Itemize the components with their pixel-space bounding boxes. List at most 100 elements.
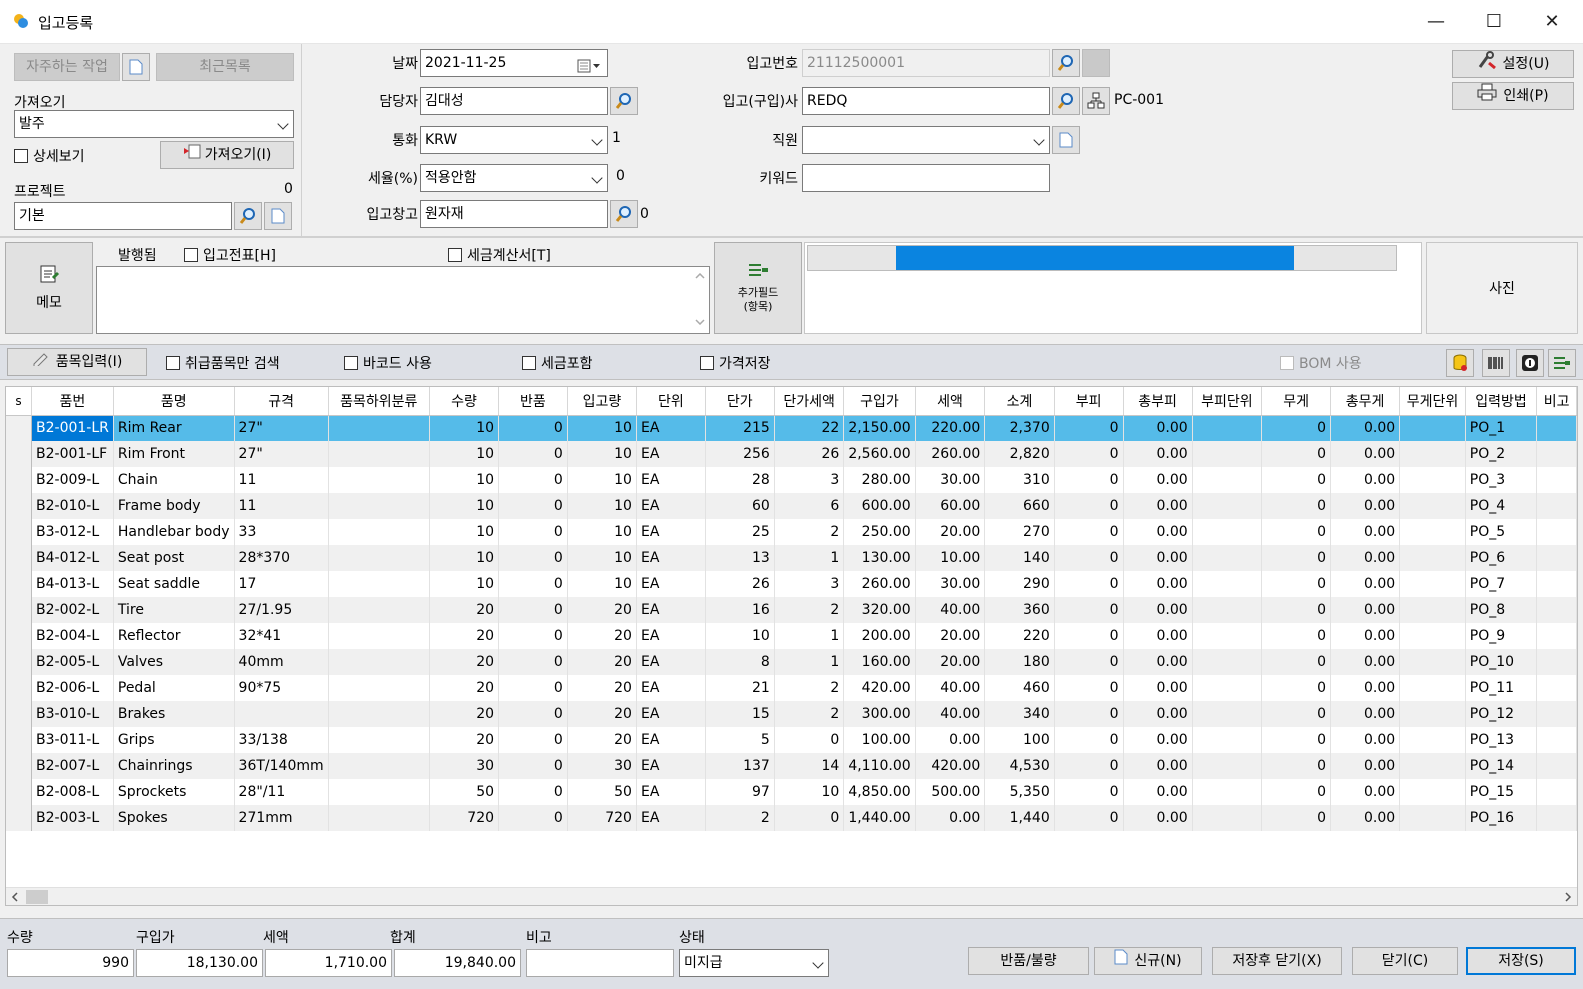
table-cell[interactable]: Pedal xyxy=(113,675,235,701)
table-cell[interactable]: PO_13 xyxy=(1465,727,1538,753)
table-cell[interactable] xyxy=(328,623,430,649)
table-cell[interactable]: 660 xyxy=(984,493,1055,519)
table-cell[interactable]: PO_3 xyxy=(1465,467,1538,493)
table-cell[interactable]: 600.00 xyxy=(843,493,916,519)
table-cell[interactable]: Seat post xyxy=(113,545,235,571)
checkbox-box[interactable] xyxy=(522,356,536,370)
table-cell[interactable] xyxy=(1536,441,1577,467)
table-row[interactable]: B2-007-L Chainrings 36T/140mm 30 0 30 EA 137 14 4… xyxy=(6,753,1577,779)
table-cell[interactable]: 0 xyxy=(498,597,568,623)
table-cell[interactable]: 0 xyxy=(1054,571,1124,597)
table-cell[interactable]: 4,850.00 xyxy=(843,779,916,805)
column-header[interactable]: 부피 xyxy=(1054,387,1124,416)
table-cell[interactable]: EA xyxy=(636,675,706,701)
table-cell[interactable]: EA xyxy=(636,545,706,571)
table-cell[interactable]: 0 xyxy=(1261,805,1331,831)
info-button[interactable] xyxy=(1516,349,1544,377)
table-cell[interactable]: 0 xyxy=(498,753,568,779)
table-cell[interactable]: 0 xyxy=(1054,727,1124,753)
table-cell[interactable]: 0.00 xyxy=(1123,779,1193,805)
table-cell[interactable]: 20.00 xyxy=(915,623,986,649)
table-cell[interactable]: 300.00 xyxy=(843,701,916,727)
table-cell[interactable]: 0.00 xyxy=(1330,727,1401,753)
table-cell[interactable]: 290 xyxy=(984,571,1055,597)
table-cell[interactable]: 0 xyxy=(1261,571,1331,597)
table-cell[interactable] xyxy=(1536,675,1577,701)
table-cell[interactable] xyxy=(1192,415,1263,441)
scrollbar-thumb[interactable] xyxy=(26,890,48,904)
table-cell[interactable] xyxy=(1192,545,1263,571)
table-cell[interactable]: 4,530 xyxy=(984,753,1055,779)
table-cell[interactable]: 15 xyxy=(705,701,775,727)
table-cell[interactable]: 0 xyxy=(1054,675,1124,701)
table-cell[interactable]: 0.00 xyxy=(1330,597,1401,623)
row-selector[interactable] xyxy=(6,805,32,831)
table-cell[interactable] xyxy=(1399,727,1466,753)
table-cell[interactable]: 0 xyxy=(1054,467,1124,493)
table-cell[interactable] xyxy=(1399,519,1466,545)
table-cell[interactable]: B2-004-L xyxy=(31,623,114,649)
table-cell[interactable] xyxy=(1536,415,1577,441)
row-selector[interactable] xyxy=(6,649,32,675)
recent-list-button[interactable]: 최근목록 xyxy=(156,53,294,81)
table-cell[interactable]: 10 xyxy=(429,519,500,545)
receipt-no-input[interactable]: 21112500001 xyxy=(802,49,1050,77)
table-cell[interactable]: 1 xyxy=(774,649,845,675)
table-cell[interactable]: 2 xyxy=(774,597,845,623)
return-button[interactable]: 반품/불량 xyxy=(968,947,1089,975)
row-selector[interactable] xyxy=(6,519,32,545)
table-cell[interactable]: 2,370 xyxy=(984,415,1055,441)
table-cell[interactable]: B3-012-L xyxy=(31,519,114,545)
horizontal-scrollbar[interactable] xyxy=(6,887,1577,905)
table-row[interactable]: B3-012-L Handlebar body 33 10 0 10 EA 25 2 250.00… xyxy=(6,519,1577,545)
table-cell[interactable]: EA xyxy=(636,493,706,519)
table-cell[interactable]: 10 xyxy=(429,545,500,571)
table-cell[interactable]: 280.00 xyxy=(843,467,916,493)
memo-textarea[interactable] xyxy=(96,266,710,334)
excel-button[interactable] xyxy=(1446,349,1474,377)
table-cell[interactable]: 720 xyxy=(429,805,500,831)
barcode-checkbox[interactable]: 바코드 사용 xyxy=(344,353,432,373)
table-cell[interactable]: 28*370 xyxy=(234,545,329,571)
column-header[interactable]: 구입가 xyxy=(843,387,916,416)
table-cell[interactable]: 0 xyxy=(498,467,568,493)
table-cell[interactable] xyxy=(1536,623,1577,649)
table-cell[interactable]: 0 xyxy=(498,675,568,701)
table-cell[interactable]: 10 xyxy=(567,415,637,441)
table-cell[interactable]: 0 xyxy=(498,649,568,675)
table-cell[interactable]: PO_10 xyxy=(1465,649,1538,675)
table-cell[interactable]: EA xyxy=(636,701,706,727)
table-cell[interactable]: 220 xyxy=(984,623,1055,649)
table-cell[interactable]: 20 xyxy=(429,623,500,649)
table-row[interactable]: B2-010-L Frame body 11 10 0 10 EA 60 6 600.00 60.0… xyxy=(6,493,1577,519)
row-selector[interactable] xyxy=(6,701,32,727)
table-cell[interactable]: 10 xyxy=(429,467,500,493)
table-cell[interactable]: 270 xyxy=(984,519,1055,545)
table-cell[interactable]: 0.00 xyxy=(1123,727,1193,753)
table-cell[interactable] xyxy=(1536,597,1577,623)
checkbox-box[interactable] xyxy=(14,149,28,163)
table-cell[interactable]: PO_5 xyxy=(1465,519,1538,545)
table-cell[interactable]: 215 xyxy=(705,415,775,441)
items-grid[interactable]: s 품번 품명 규격 품목하위분류 수량 반품 입고량 단위 단가 단가세액 구입가 세액 소계 부피 총부피… xyxy=(5,386,1578,906)
column-header[interactable]: 수량 xyxy=(429,387,500,416)
table-cell[interactable]: 130.00 xyxy=(843,545,916,571)
table-cell[interactable]: 0 xyxy=(774,727,845,753)
table-cell[interactable]: B2-002-L xyxy=(31,597,114,623)
detail-view-checkbox[interactable]: 상세보기 xyxy=(14,146,85,166)
table-cell[interactable]: 0 xyxy=(1261,597,1331,623)
table-cell[interactable]: 6 xyxy=(774,493,845,519)
add-field-button[interactable] xyxy=(1548,349,1576,377)
table-cell[interactable]: 10 xyxy=(567,571,637,597)
table-row[interactable]: B2-003-L Spokes 271mm 720 0 720 EA 2 0 1,440.00 0.… xyxy=(6,805,1577,831)
table-cell[interactable] xyxy=(328,493,430,519)
table-cell[interactable]: Chainrings xyxy=(113,753,235,779)
table-cell[interactable]: 10 xyxy=(567,467,637,493)
table-cell[interactable]: 0 xyxy=(498,701,568,727)
column-header[interactable]: 품번 xyxy=(31,387,114,416)
table-cell[interactable] xyxy=(1536,727,1577,753)
table-cell[interactable]: 260.00 xyxy=(915,441,986,467)
table-cell[interactable]: 0 xyxy=(774,805,845,831)
row-selector[interactable] xyxy=(6,753,32,779)
receipt-blank-button[interactable] xyxy=(1082,49,1110,77)
